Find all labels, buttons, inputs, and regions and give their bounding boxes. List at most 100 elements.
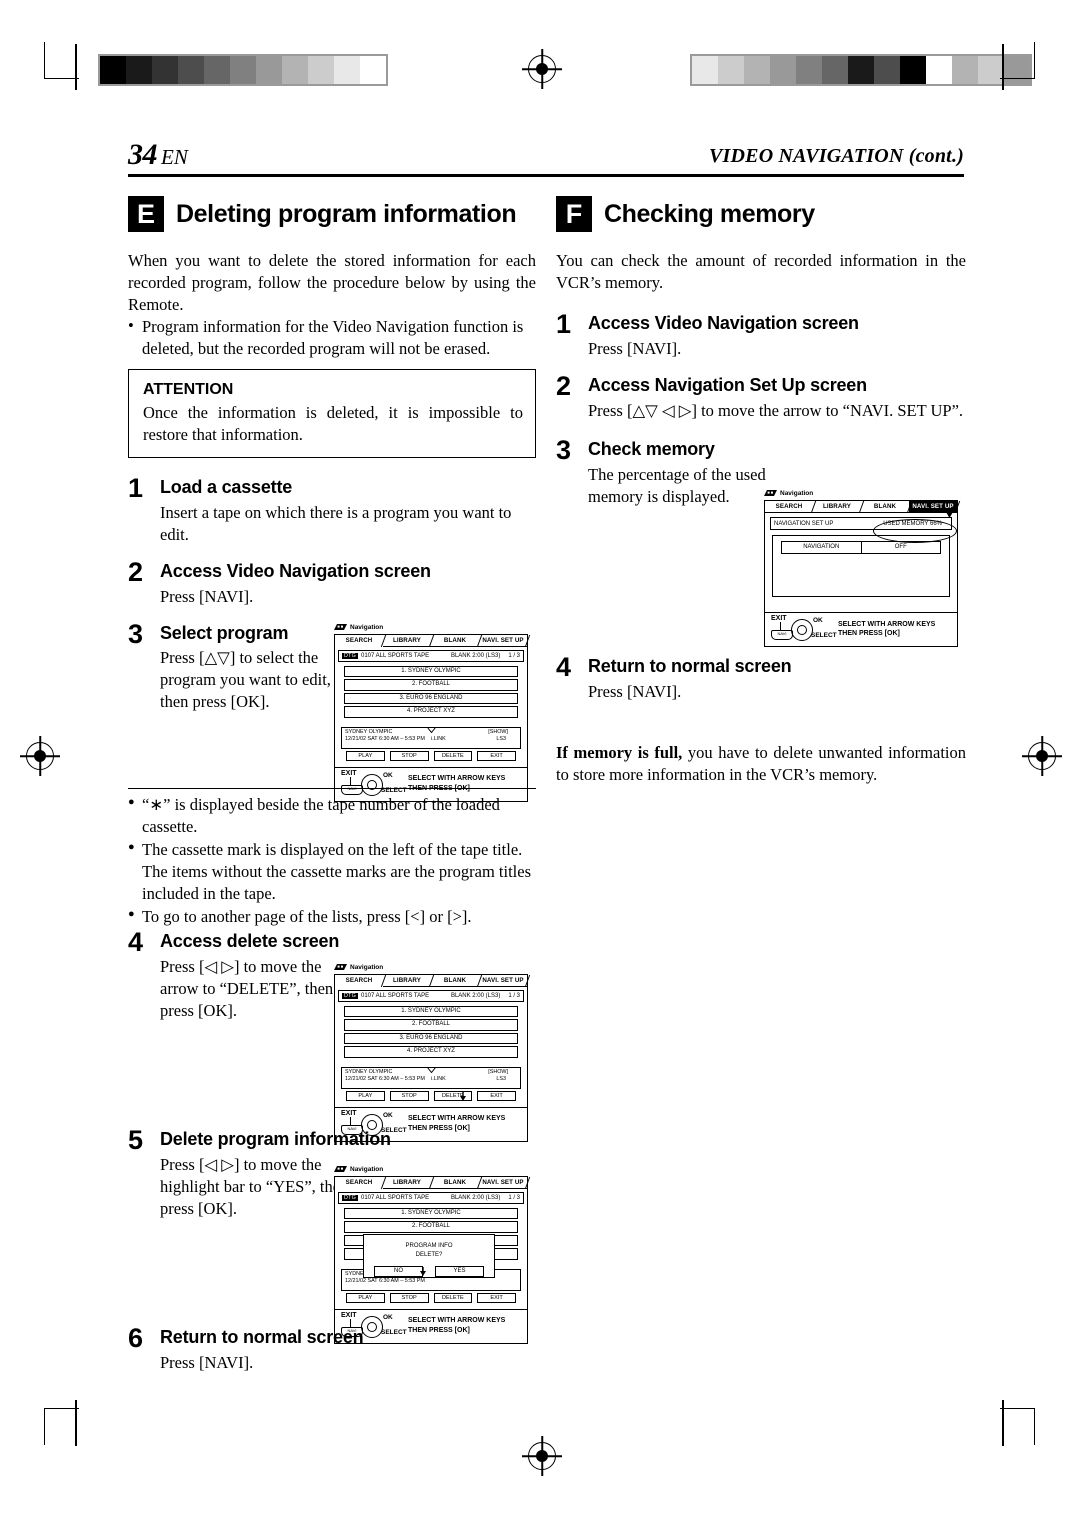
- step-heading: Delete program information: [160, 1129, 391, 1149]
- osd-play-button[interactable]: PLAY: [346, 750, 385, 761]
- osd-stop-button[interactable]: STOP: [389, 1292, 429, 1303]
- registration-mark-bottom: [528, 1442, 556, 1470]
- osd-tabs: SEARCH LIBRARY BLANK NAVI. SET UP: [765, 501, 957, 513]
- osd-tab-library[interactable]: LIBRARY: [383, 1177, 431, 1189]
- delete-confirm-dialog: PROGRAM INFO DELETE? NO YES: [363, 1234, 495, 1278]
- osd-tape-row: DTG 0107 ALL SPORTS TAPE BLANK 2:00 (LS3…: [338, 1191, 524, 1204]
- step-r2: 2 Access Navigation Set Up screen Press …: [556, 371, 966, 422]
- step-body: Press [◁ ▷] to move the arrow to “DELETE…: [160, 956, 334, 1020]
- list-item[interactable]: 1. SYDNEY OLYMPIC: [344, 1207, 518, 1219]
- list-item[interactable]: 4. PROJECT XYZ: [344, 1046, 518, 1058]
- osd-tab-library[interactable]: LIBRARY: [383, 635, 431, 647]
- dialog-line1: PROGRAM INFO: [405, 1243, 453, 1249]
- manual-page: 34 EN VIDEO NAVIGATION (cont.) E Deleting…: [0, 0, 1080, 1528]
- osd-detail-show: [SHOW]: [488, 728, 508, 735]
- list-item[interactable]: 4. PROJECT XYZ: [344, 706, 518, 718]
- osd-tape-tag: DTG: [342, 1194, 358, 1201]
- osd-tab-blank[interactable]: BLANK: [861, 501, 909, 513]
- left-intro: When you want to delete the stored infor…: [128, 251, 536, 314]
- page-language: EN: [161, 145, 188, 169]
- osd-body: SEARCH LIBRARY BLANK NAVI. SET UP DTG 01…: [334, 974, 528, 1142]
- osd-delete-button[interactable]: DELETE: [433, 750, 473, 761]
- step-2: 2 Access Video Navigation screen Press […: [128, 557, 536, 608]
- osd-tab-search[interactable]: SEARCH: [335, 975, 383, 987]
- osd-detail-datetime: 12/21/02 SAT 6:30 AM – 5:53 PM: [345, 1277, 425, 1284]
- osd-tab-blank[interactable]: BLANK: [431, 1177, 479, 1189]
- osd-tabs: SEARCH LIBRARY BLANK NAVI. SET UP: [335, 975, 527, 987]
- osd-label: Navigation: [334, 624, 528, 633]
- osd-stop-button[interactable]: STOP: [389, 1090, 429, 1101]
- step-body: Insert a tape on which there is a progra…: [160, 502, 512, 544]
- osd-navi-setup-screen: Navigation SEARCH LIBRARY BLANK NAVI. SE…: [764, 490, 958, 647]
- step-number: 2: [128, 556, 144, 587]
- right-closing: If memory is full, you have to delete un…: [556, 742, 966, 786]
- list-item: To go to another page of the lists, pres…: [128, 906, 536, 928]
- gray-scale-bar-right: [690, 54, 1032, 86]
- crop-mark-top-right: [1000, 42, 1035, 79]
- osd-detail-link: i.LINK: [431, 1075, 446, 1082]
- list-item[interactable]: 1. SYDNEY OLYMPIC: [344, 665, 518, 677]
- attention-label: ATTENTION: [143, 380, 234, 398]
- dialog-yes-button[interactable]: YES: [435, 1266, 484, 1277]
- osd-label-text: Navigation: [780, 490, 814, 497]
- osd-exit-button[interactable]: EXIT: [477, 1292, 516, 1303]
- osd-tape-blank: BLANK 2:00 (LS3): [450, 992, 501, 999]
- osd-setup-row-label: NAVIGATION: [782, 542, 862, 553]
- dialog-no-button[interactable]: NO: [374, 1266, 423, 1277]
- osd-play-button[interactable]: PLAY: [346, 1292, 385, 1303]
- osd-tab-blank[interactable]: BLANK: [431, 635, 479, 647]
- section-letter-f: F: [556, 196, 592, 232]
- osd-footer-msg-line1: SELECT WITH ARROW KEYS: [408, 1317, 506, 1325]
- osd-label-text: Navigation: [350, 964, 384, 971]
- step-body: The percentage of the used memory is dis…: [588, 464, 766, 506]
- osd-tab-search[interactable]: SEARCH: [765, 501, 813, 513]
- page-header: 34 EN VIDEO NAVIGATION (cont.): [128, 138, 964, 172]
- osd-tab-search[interactable]: SEARCH: [335, 1177, 383, 1189]
- list-item[interactable]: 3. EURO 96 ENGLAND: [344, 1032, 518, 1044]
- step-body: Press [△▽ ◁ ▷] to move the arrow to “NAV…: [588, 400, 964, 420]
- osd-tape-title: 0107 ALL SPORTS TAPE: [360, 652, 430, 659]
- registration-mark-right: [1028, 742, 1056, 770]
- osd-play-button[interactable]: PLAY: [346, 1090, 385, 1101]
- osd-tab-library[interactable]: LIBRARY: [813, 501, 861, 513]
- step-body: Press [◁ ▷] to move the highlight bar to…: [160, 1154, 349, 1218]
- osd-tab-navi-setup[interactable]: NAVI. SET UP: [479, 1177, 527, 1189]
- osd-detail-title: SYDNEY OLYMPIC: [345, 728, 393, 735]
- cursor-arrow-icon: [459, 1090, 467, 1108]
- osd-tab-blank[interactable]: BLANK: [431, 975, 479, 987]
- osd-footer-msg-line2: THEN PRESS [OK]: [838, 630, 900, 637]
- osd-detail-speed: LS3: [496, 735, 506, 742]
- attention-text: Once the information is deleted, it is i…: [143, 402, 523, 444]
- list-item[interactable]: 2. FOOTBALL: [344, 1019, 518, 1031]
- osd-exit-button[interactable]: EXIT: [477, 750, 516, 761]
- cursor-arrow-icon: [945, 507, 954, 525]
- osd-tabs: SEARCH LIBRARY BLANK NAVI. SET UP: [335, 1177, 527, 1189]
- list-item[interactable]: 2. FOOTBALL: [344, 1221, 518, 1233]
- osd-tab-library[interactable]: LIBRARY: [383, 975, 431, 987]
- step-number: 4: [556, 652, 572, 682]
- crop-line-top-left: [75, 44, 77, 90]
- list-item[interactable]: 2. FOOTBALL: [344, 679, 518, 691]
- osd-delete-button[interactable]: DELETE: [433, 1292, 473, 1303]
- osd-tab-navi-setup[interactable]: NAVI. SET UP: [479, 975, 527, 987]
- crop-line-top-right: [1002, 44, 1004, 90]
- step-heading: Return to normal screen: [160, 1327, 364, 1347]
- osd-select-label: SELECT: [811, 632, 837, 639]
- step-r1: 1 Access Video Navigation screen Press […: [556, 309, 966, 360]
- osd-tab-navi-setup[interactable]: NAVI. SET UP: [479, 635, 527, 647]
- osd-exit-button[interactable]: EXIT: [477, 1090, 516, 1101]
- step-number: 5: [128, 1125, 144, 1155]
- osd-exit-label: EXIT: [341, 1109, 357, 1117]
- crop-mark-bottom-left: [44, 1408, 79, 1445]
- osd-exit-label: EXIT: [341, 1311, 357, 1319]
- osd-tab-search[interactable]: SEARCH: [335, 635, 383, 647]
- step-heading: Return to normal screen: [588, 656, 792, 676]
- navi-key-label: NAVI: [777, 631, 787, 636]
- osd-stop-button[interactable]: STOP: [389, 750, 429, 761]
- dialog-buttons: NO YES: [374, 1266, 484, 1277]
- cursor-arrow-icon: [419, 1265, 427, 1283]
- osd-ok-label: OK: [813, 617, 823, 624]
- section-title-e: Deleting program information: [176, 199, 517, 228]
- list-item[interactable]: 3. EURO 96 ENGLAND: [344, 692, 518, 704]
- list-item[interactable]: 1. SYDNEY OLYMPIC: [344, 1005, 518, 1017]
